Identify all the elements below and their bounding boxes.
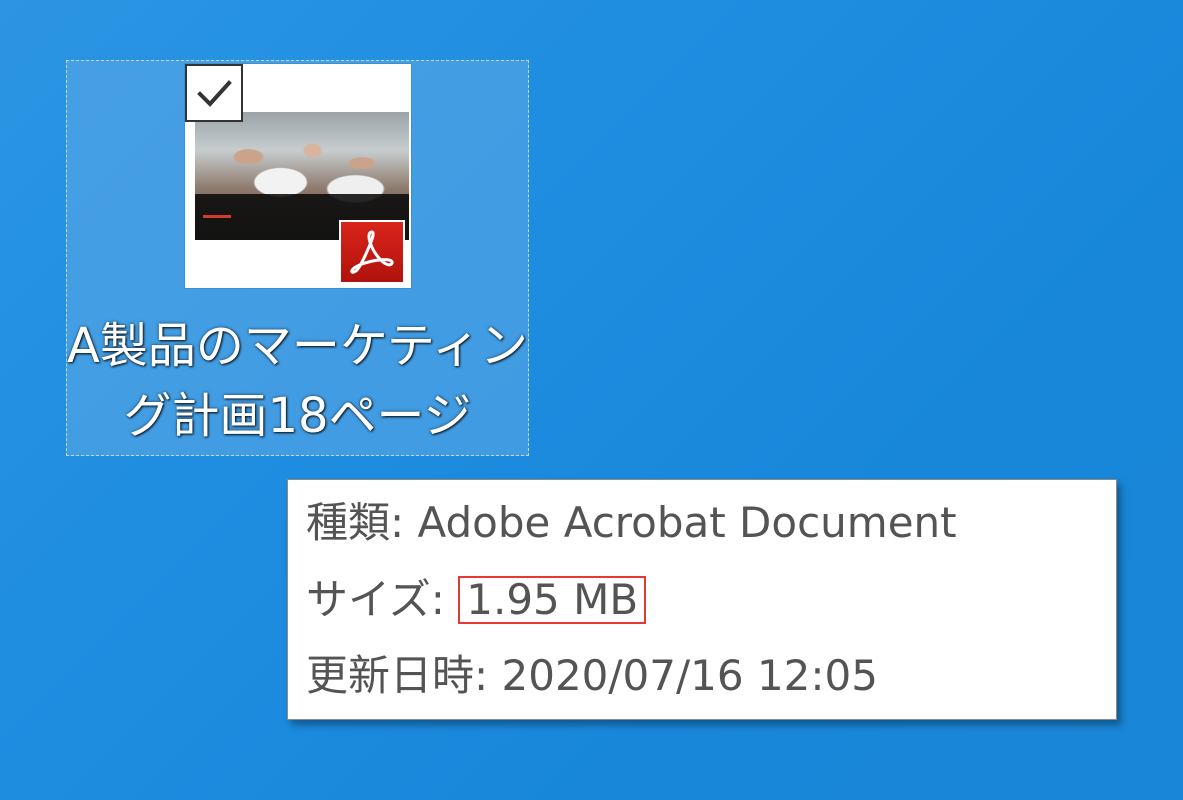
size-label: サイズ: <box>306 575 459 624</box>
type-value: Adobe Acrobat Document <box>417 498 957 547</box>
file-info-tooltip: 種類: Adobe Acrobat Document サイズ: 1.95 MB … <box>287 479 1117 720</box>
file-name-label: A製品のマーケティン グ計画18ページ <box>67 311 528 451</box>
modified-value: 2020/07/16 12:05 <box>501 651 878 700</box>
thumbnail-banner-accent <box>203 215 231 218</box>
file-name-line-1: A製品のマーケティン <box>67 318 528 374</box>
size-value-highlight: 1.95 MB <box>458 576 647 624</box>
desktop-file-icon[interactable]: A製品のマーケティン グ計画18ページ <box>66 60 529 456</box>
tooltip-modified-row: 更新日時: 2020/07/16 12:05 <box>306 651 878 701</box>
tooltip-size-row: サイズ: 1.95 MB <box>306 575 647 625</box>
selection-checkbox[interactable] <box>185 64 243 122</box>
type-label: 種類: <box>306 498 418 547</box>
file-name-line-2: グ計画18ページ <box>123 388 472 444</box>
checkmark-icon <box>197 80 232 107</box>
tooltip-type-row: 種類: Adobe Acrobat Document <box>306 498 957 548</box>
modified-label: 更新日時: <box>306 651 502 700</box>
adobe-acrobat-icon <box>339 220 405 284</box>
